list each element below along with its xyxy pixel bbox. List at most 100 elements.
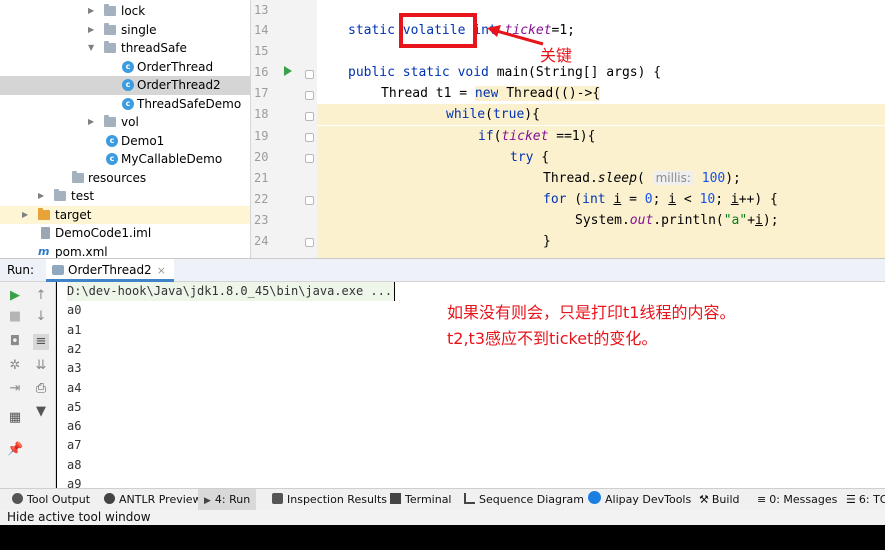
arrow-up-icon[interactable]: ↑ bbox=[33, 288, 49, 304]
tree-item-demo1[interactable]: c Demo1 bbox=[0, 132, 250, 151]
tree-item-resources[interactable]: resources bbox=[0, 169, 250, 188]
code-token: ){ bbox=[524, 107, 540, 122]
run-gutter-icon[interactable] bbox=[284, 66, 292, 76]
code-line-20: try { bbox=[317, 147, 885, 169]
terminal-button[interactable]: Terminal bbox=[390, 489, 452, 510]
fold-icon[interactable] bbox=[305, 196, 314, 205]
tree-item-threadsafe[interactable]: ▼ threadSafe bbox=[0, 39, 250, 58]
tree-item-target[interactable]: ▶ target bbox=[0, 205, 250, 225]
line-number: 23 bbox=[254, 213, 269, 227]
tree-item-orderthread2[interactable]: c OrderThread2 bbox=[0, 76, 250, 95]
close-icon[interactable]: × bbox=[157, 264, 166, 277]
fold-icon[interactable] bbox=[305, 112, 314, 121]
tool-label: Build bbox=[711, 493, 740, 506]
chevron-right-icon[interactable]: ▶ bbox=[38, 187, 44, 206]
console-line: a5 bbox=[67, 399, 82, 414]
code-token: ( bbox=[566, 192, 583, 207]
tree-item-single[interactable]: ▶ single bbox=[0, 21, 250, 40]
tree-item-label: single bbox=[121, 22, 157, 37]
fold-icon[interactable] bbox=[305, 91, 314, 100]
annotation-highlight-box bbox=[399, 13, 477, 48]
fold-icon[interactable] bbox=[305, 154, 314, 163]
code-token: new bbox=[474, 86, 499, 101]
chevron-down-icon[interactable]: ▼ bbox=[88, 39, 94, 58]
tool-label: Sequence Diagram bbox=[479, 493, 584, 506]
code-token: ); bbox=[762, 213, 779, 228]
arrow-down-icon[interactable]: ↓ bbox=[33, 309, 49, 325]
tab-label: OrderThread2 bbox=[68, 263, 152, 277]
folder-icon bbox=[104, 4, 116, 16]
todo-icon: ☰ bbox=[846, 493, 856, 506]
tool-window-bar: Tool Output ANTLR Preview ▶ 4: Run Inspec… bbox=[0, 488, 885, 510]
build-button[interactable]: ⚒ Build bbox=[699, 489, 740, 510]
print-icon[interactable]: ⎙ bbox=[33, 381, 49, 397]
tree-item-pom-xml[interactable]: m pom.xml bbox=[0, 243, 250, 259]
debug-icon[interactable]: ✲ bbox=[7, 358, 23, 374]
code-token: Thread(()->{ bbox=[498, 86, 601, 101]
trash-icon[interactable]: ▼ bbox=[33, 404, 49, 420]
class-icon: c bbox=[122, 97, 134, 110]
line-number: 17 bbox=[254, 86, 269, 100]
fold-icon[interactable] bbox=[305, 133, 314, 142]
tree-item-vol[interactable]: ▶ vol bbox=[0, 113, 250, 132]
chevron-right-icon[interactable]: ▶ bbox=[22, 206, 28, 225]
exit-icon[interactable]: ⇥ bbox=[7, 381, 23, 397]
code-line-19: if(ticket ==1){ bbox=[317, 126, 885, 148]
code-token: ++) { bbox=[738, 192, 778, 207]
chevron-right-icon[interactable]: ▶ bbox=[88, 21, 94, 40]
class-icon: c bbox=[106, 134, 118, 147]
code-token: } bbox=[543, 234, 551, 249]
annotation-note: 如果没有则会，只是打印t1线程的内容。 t2,t3感应不到ticket的变化。 bbox=[447, 300, 735, 352]
tree-item-threadsafedemo[interactable]: c ThreadSafeDemo bbox=[0, 95, 250, 114]
fold-icon[interactable] bbox=[305, 238, 314, 247]
code-token: 0 bbox=[644, 192, 653, 207]
todo-button[interactable]: ☰ 6: TO bbox=[846, 489, 885, 510]
messages-button[interactable]: ≡ 0: Messages bbox=[757, 489, 837, 510]
fold-icon[interactable] bbox=[305, 70, 314, 79]
code-token: i bbox=[755, 213, 763, 228]
rerun-icon[interactable]: ▶ bbox=[7, 288, 23, 304]
tree-item-mycallabledemo[interactable]: c MyCallableDemo bbox=[0, 150, 250, 169]
status-bar: Hide active tool window bbox=[0, 510, 885, 525]
pin-icon[interactable]: 📌 bbox=[7, 442, 23, 458]
run-tool-button[interactable]: ▶ 4: Run bbox=[198, 489, 257, 510]
tree-item-label: target bbox=[55, 207, 92, 222]
scroll-to-end-icon[interactable]: ⇊ bbox=[33, 358, 49, 374]
chevron-right-icon[interactable]: ▶ bbox=[88, 113, 94, 132]
code-token: =1; bbox=[551, 23, 576, 38]
tool-label: Tool Output bbox=[27, 493, 91, 506]
tool-output-button[interactable]: Tool Output bbox=[12, 489, 90, 510]
layout-icon[interactable]: ▦ bbox=[7, 410, 23, 426]
antlr-icon bbox=[104, 493, 115, 504]
play-icon: ▶ bbox=[204, 496, 211, 506]
tree-item-lock[interactable]: ▶ lock bbox=[0, 2, 250, 21]
code-token: ); bbox=[725, 171, 741, 186]
antlr-preview-button[interactable]: ANTLR Preview bbox=[104, 489, 202, 510]
code-token: i bbox=[730, 192, 739, 207]
alipay-devtools-button[interactable]: Alipay DevTools bbox=[588, 489, 691, 510]
code-token: public static void bbox=[348, 65, 497, 80]
folder-icon bbox=[104, 41, 116, 53]
tree-item-orderthread[interactable]: c OrderThread bbox=[0, 58, 250, 77]
tool-label: Inspection Results bbox=[287, 493, 388, 506]
tab-orderthread2[interactable]: OrderThread2 × bbox=[46, 259, 174, 282]
console-line: a2 bbox=[67, 341, 82, 356]
tree-item-label: Demo1 bbox=[121, 133, 165, 148]
code-token: out bbox=[629, 213, 654, 228]
stop-icon[interactable]: ■ bbox=[7, 309, 23, 325]
tree-item-democode1-iml[interactable]: DemoCode1.iml bbox=[0, 224, 250, 243]
inspection-results-button[interactable]: Inspection Results bbox=[272, 489, 387, 510]
sequence-diagram-button[interactable]: Sequence Diagram bbox=[464, 489, 584, 510]
code-token: int bbox=[582, 192, 606, 207]
tree-item-test[interactable]: ▶ test bbox=[0, 187, 250, 206]
chevron-right-icon[interactable]: ▶ bbox=[88, 2, 94, 21]
soft-wrap-icon[interactable]: ≡ bbox=[33, 334, 49, 350]
code-token: Thread. bbox=[543, 171, 598, 186]
code-token: .println( bbox=[653, 213, 724, 228]
code-token: + bbox=[747, 213, 756, 228]
line-number: 24 bbox=[254, 234, 269, 248]
code-token: for bbox=[543, 192, 567, 207]
camera-icon[interactable]: ◘ bbox=[7, 334, 23, 350]
folder-icon bbox=[54, 189, 66, 201]
code-line-18: while(true){ bbox=[317, 104, 885, 126]
